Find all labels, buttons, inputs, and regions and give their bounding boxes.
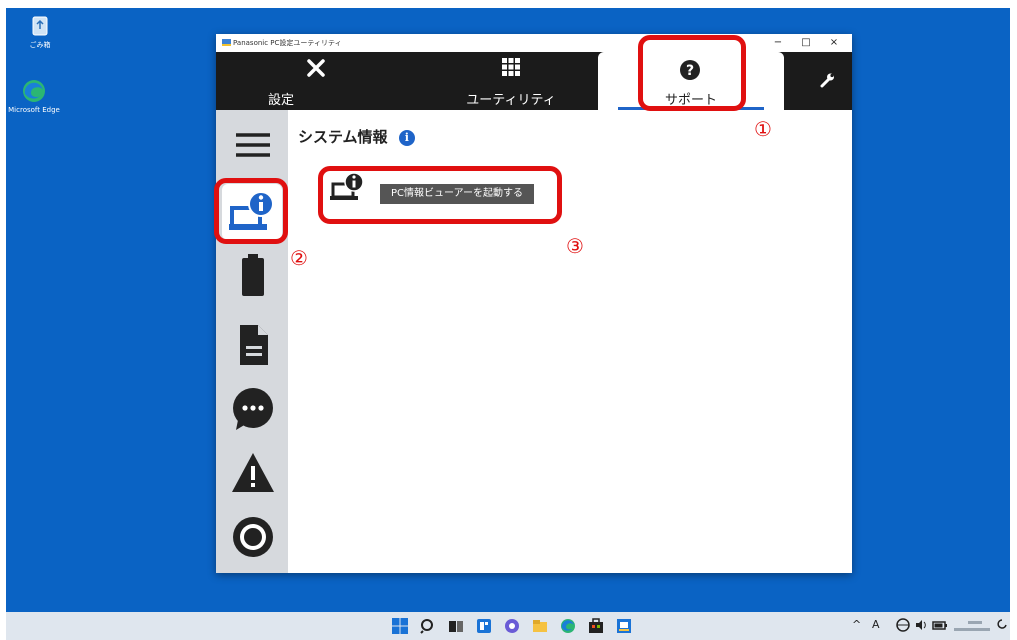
- tab-utility[interactable]: ユーティリティ: [446, 52, 576, 110]
- taskbar: ^ A: [6, 612, 1010, 640]
- sidebar-item-chat[interactable]: [230, 386, 276, 432]
- close-button[interactable]: ×: [820, 35, 848, 51]
- tab-label: ユーティリティ: [466, 93, 556, 108]
- app-window: Panasonic PC設定ユーティリティ − □ × 設定 ユーティリティ ?: [214, 34, 852, 573]
- sidebar-item-ring[interactable]: [230, 514, 276, 560]
- battery-icon: [230, 252, 276, 302]
- highlight-launch-button: [318, 166, 562, 224]
- widgets-icon[interactable]: [476, 618, 492, 634]
- edge-icon: [21, 78, 47, 104]
- desktop-icon-label: Microsoft Edge: [8, 106, 60, 114]
- task-view-icon[interactable]: [448, 618, 464, 634]
- desktop-icon-label: ごみ箱: [29, 41, 51, 49]
- app-icon: [222, 39, 231, 46]
- pc-settings-icon[interactable]: [616, 618, 632, 634]
- warning-icon: [230, 450, 276, 500]
- explorer-icon[interactable]: [532, 618, 548, 634]
- store-icon[interactable]: [588, 618, 604, 634]
- document-icon: [230, 322, 276, 372]
- window-title: Panasonic PC設定ユーティリティ: [233, 39, 342, 47]
- chat-icon[interactable]: [504, 618, 520, 634]
- title-bar: Panasonic PC設定ユーティリティ − □ ×: [216, 34, 852, 52]
- ring-icon: [230, 514, 276, 564]
- battery-tray-icon[interactable]: [932, 618, 948, 635]
- info-icon[interactable]: i: [398, 129, 415, 146]
- ime-indicator[interactable]: A: [872, 618, 880, 631]
- tray-overflow-icon[interactable]: ^: [852, 618, 861, 631]
- search-icon[interactable]: [420, 618, 436, 634]
- notification-icon[interactable]: [996, 618, 1008, 635]
- wrench-icon: [819, 72, 835, 92]
- network-icon[interactable]: [896, 618, 910, 635]
- desktop-icon-recycle-bin[interactable]: ごみ箱: [14, 12, 66, 50]
- minimize-button[interactable]: −: [764, 35, 792, 51]
- highlight-system-info: [214, 178, 288, 244]
- callout-3: ③: [566, 234, 584, 258]
- page-title-text: システム情報: [298, 128, 388, 146]
- edge-icon[interactable]: [560, 618, 576, 634]
- maximize-button[interactable]: □: [792, 35, 820, 51]
- tab-settings[interactable]: 設定: [256, 52, 376, 110]
- tab-bar: 設定 ユーティリティ ? サポート: [216, 52, 852, 110]
- desktop: ごみ箱 Microsoft Edge Panasonic PC設定ユーティリティ…: [6, 8, 1010, 612]
- start-icon[interactable]: [392, 618, 408, 634]
- callout-2: ②: [290, 246, 308, 270]
- tools-icon: [306, 58, 326, 82]
- chat-icon: [230, 386, 276, 436]
- highlight-support-tab: [638, 35, 746, 111]
- grid-icon: [502, 58, 520, 80]
- sidebar-item-warning[interactable]: [230, 450, 276, 496]
- menu-icon: [230, 122, 276, 172]
- sidebar-item-battery[interactable]: [230, 252, 276, 298]
- tab-advanced[interactable]: [802, 52, 852, 110]
- page-title: システム情報 i: [298, 126, 415, 147]
- callout-1: ①: [754, 117, 772, 141]
- menu-button[interactable]: [230, 122, 276, 168]
- desktop-icon-edge[interactable]: Microsoft Edge: [8, 78, 60, 114]
- recycle-bin-icon: [27, 12, 53, 38]
- sidebar-item-document[interactable]: [230, 322, 276, 368]
- volume-icon[interactable]: [914, 618, 928, 635]
- tab-label: 設定: [267, 93, 294, 108]
- clock[interactable]: [954, 620, 992, 637]
